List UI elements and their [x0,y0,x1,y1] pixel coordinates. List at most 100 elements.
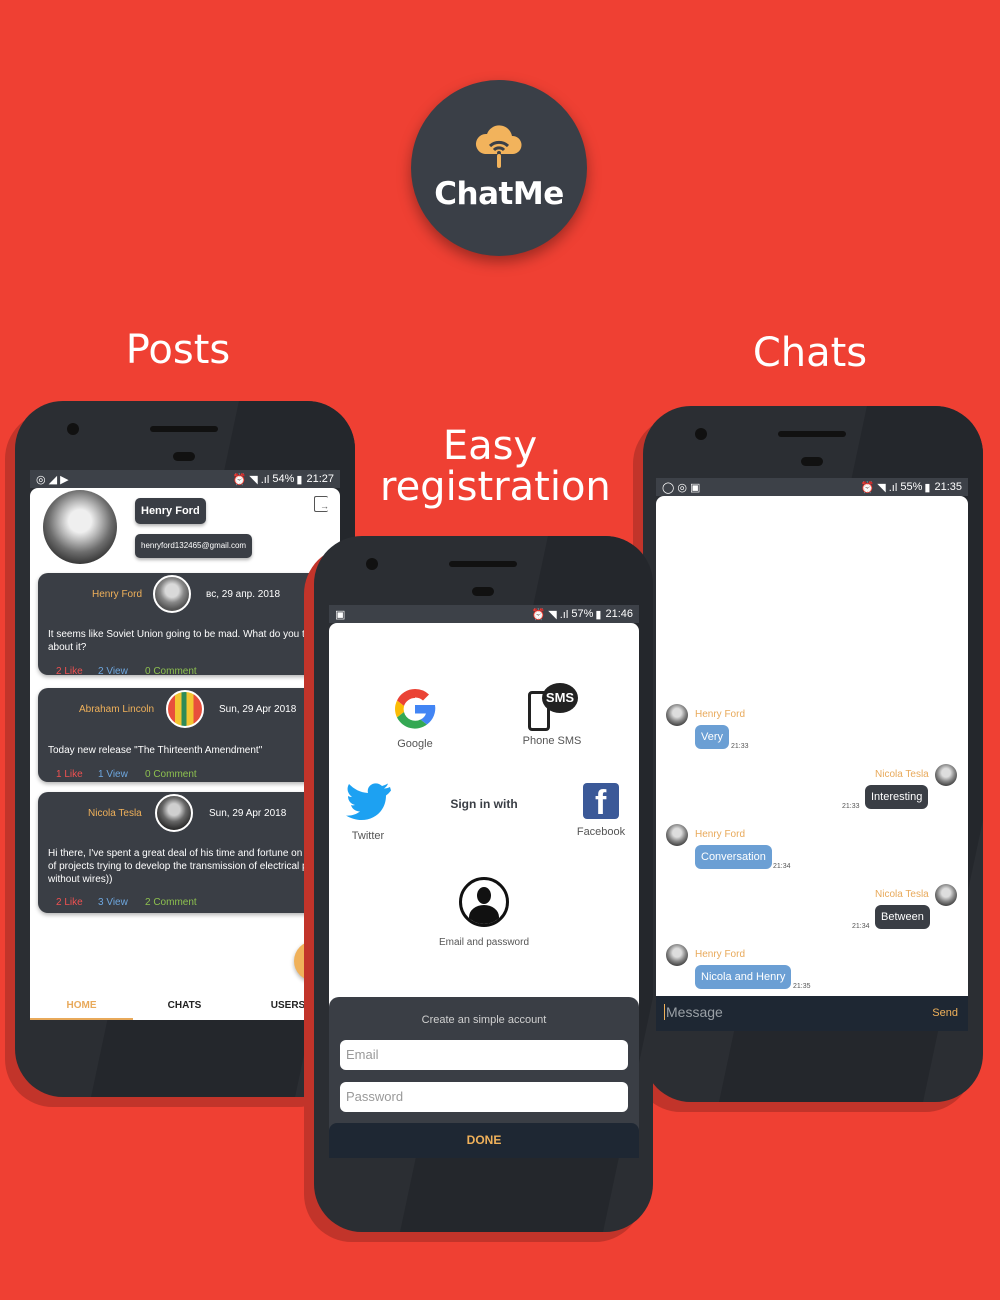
post-likes[interactable]: 1 Like [56,769,83,780]
message-sender: Henry Ford [695,829,746,840]
registration-heading-line1: Easy [442,423,538,469]
profile-email: henryford132465@gmail.com [135,534,253,558]
post-author-avatar [155,794,193,832]
profile-avatar[interactable] [43,490,117,564]
battery-icon: ▮ [924,481,931,494]
tab-chats[interactable]: CHATS [133,992,236,1020]
chat-avatar [666,824,688,846]
post-author: Nicola Tesla [88,808,142,819]
post-date: вс, 29 апр. 2018 [206,589,280,600]
email-label: Email and password [438,937,530,948]
google-icon [395,688,436,729]
chat-screen: Henry Ford Very 21:33 Nicola Tesla Inter… [656,496,968,1031]
front-camera [695,428,707,440]
facebook-sign-in[interactable]: f Facebook [571,783,631,838]
notification-icons: ◯ ◎ ▣ [662,481,701,494]
post-comments[interactable]: 0 Comment [145,769,197,780]
registration-phone: ▣ ⏰ ◥ .ıl 57% ▮ 21:46 Google SMS Phone S… [314,536,653,1232]
chat-avatar [935,764,957,786]
registration-heading-line2: registration [380,464,611,510]
cloud-wifi-icon [475,125,522,168]
chat-avatar [935,884,957,906]
post-author-avatar [166,690,204,728]
logout-icon[interactable]: → [314,496,329,512]
post-card[interactable]: Henry Ford вс, 29 апр. 2018 It seems lik… [38,573,340,677]
post-card[interactable]: Nicola Tesla Sun, 29 Apr 2018 Hi there, … [38,792,340,913]
form-title: Create an simple account [421,1014,547,1026]
message-input[interactable]: Message [664,1004,723,1020]
facebook-label: Facebook [576,826,626,838]
twitter-label: Twitter [351,830,385,842]
posts-phone: ◎ ◢ ▶ ⏰ ◥ .ıl 54% ▮ 21:27 Henry Ford hen… [15,401,355,1097]
post-likes[interactable]: 2 Like [56,897,83,908]
phone-sms-sign-in[interactable]: SMS Phone SMS [517,681,587,747]
sms-icon: SMS [524,681,580,735]
battery-level: 57% [571,608,594,620]
message-time: 21:34 [773,863,791,870]
twitter-icon [346,783,391,821]
earpiece [150,426,218,432]
google-sign-in[interactable]: Google [385,683,445,750]
message-bubble: Nicola and Henry [695,965,792,989]
battery-level: 55% [900,481,923,493]
status-bar: ◎ ◢ ▶ ⏰ ◥ .ıl 54% ▮ 21:27 [30,470,340,488]
profile-name: Henry Ford [135,498,206,524]
notification-icons: ◎ ◢ ▶ [36,473,69,486]
post-comments[interactable]: 2 Comment [145,897,197,908]
posts-heading: Posts [125,327,231,373]
signal-icon: ⏰ ◥ .ıl [860,481,901,494]
chats-heading: Chats [752,330,868,376]
sign-in-with-label: Sign in with [450,797,518,811]
twitter-sign-in[interactable]: Twitter [341,781,395,842]
post-date: Sun, 29 Apr 2018 [219,704,297,715]
post-date: Sun, 29 Apr 2018 [209,808,287,819]
post-comments[interactable]: 0 Comment [145,666,197,677]
notification-icons: ▣ [335,608,346,621]
status-time: 21:27 [306,473,334,485]
earpiece [449,561,517,567]
post-author-avatar [153,575,191,613]
post-card[interactable]: Abraham Lincoln Sun, 29 Apr 2018 Today n… [38,688,340,782]
earpiece [778,431,846,437]
google-label: Google [397,738,433,750]
chats-phone: ◯ ◎ ▣ ⏰ ◥ .ıl 55% ▮ 21:35 Henry Ford Ver… [643,406,983,1102]
message-time: 21:34 [852,923,870,930]
front-camera [366,558,378,570]
post-author: Abraham Lincoln [79,704,155,715]
message-bubble: Interesting [865,785,929,809]
signal-icon: ⏰ ◥ .ıl [531,608,572,621]
message-sender: Henry Ford [695,709,746,720]
post-text: It seems like Soviet Union going to be m… [48,629,324,653]
message-sender: Henry Ford [695,949,746,960]
post-text: Today new release "The Thirteenth Amendm… [48,745,263,756]
message-sender: Nicola Tesla [875,889,929,900]
message-time: 21:33 [731,743,749,750]
sensor [472,587,494,596]
post-text: Hi there, I've spent a great deal of his… [48,848,340,885]
message-time: 21:35 [793,983,811,990]
status-bar: ◯ ◎ ▣ ⏰ ◥ .ıl 55% ▮ 21:35 [656,478,968,496]
message-input-bar: Message Send [656,996,968,1031]
message-bubble: Very [695,725,730,749]
chat-avatar [666,704,688,726]
battery-level: 54% [272,473,295,485]
tab-home[interactable]: HOME [30,992,133,1020]
logo-text: ChatMe [434,176,564,212]
done-button[interactable]: DONE [329,1123,639,1158]
send-button[interactable]: Send [932,1007,958,1019]
post-views: 1 View [98,769,128,780]
post-likes[interactable]: 2 Like [56,666,83,677]
sms-label: Phone SMS [522,735,582,747]
post-views: 2 View [98,666,128,677]
email-sign-in[interactable]: Email and password [419,877,549,948]
sensor [801,457,823,466]
chat-avatar [666,944,688,966]
status-time: 21:46 [605,608,633,620]
registration-screen: Google SMS Phone SMS Twitter Sign in wit… [329,623,639,1158]
post-views: 3 View [98,897,128,908]
message-sender: Nicola Tesla [875,769,929,780]
sensor [173,452,195,461]
password-field[interactable]: Password [340,1082,628,1112]
email-field[interactable]: Email [340,1040,628,1070]
front-camera [67,423,79,435]
